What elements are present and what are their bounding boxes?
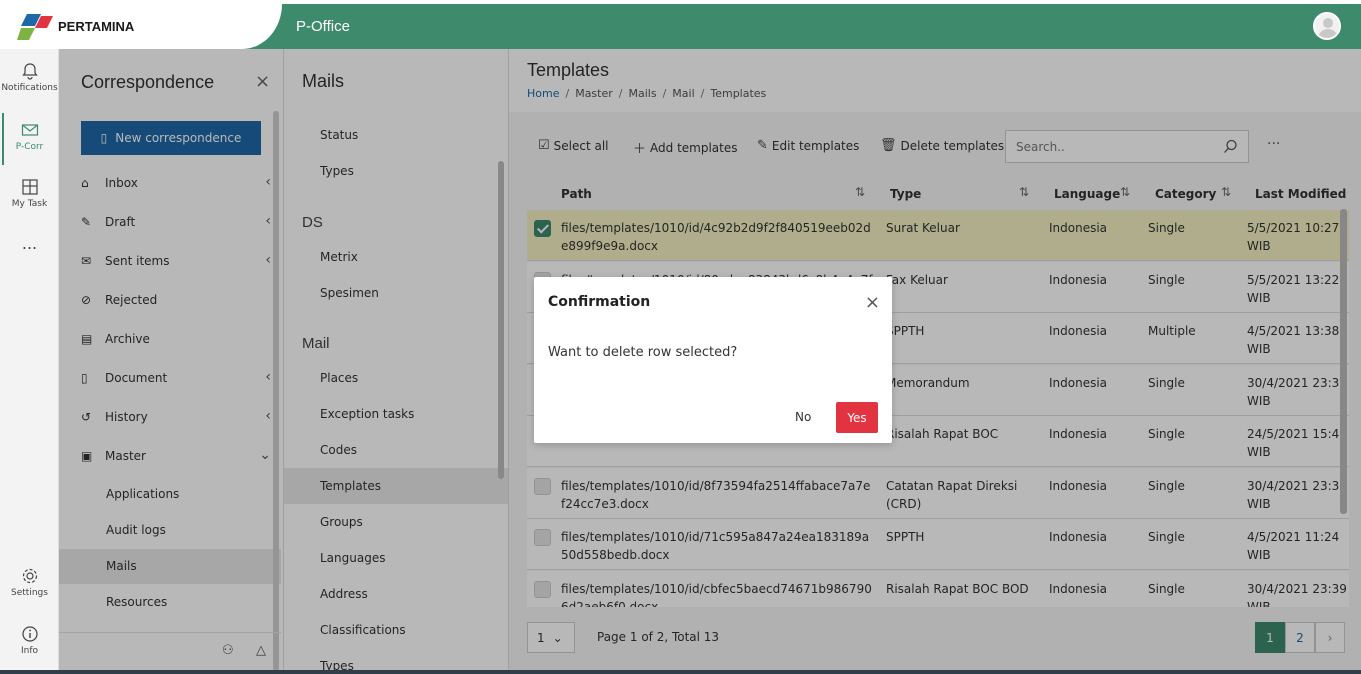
rail-settings[interactable]: Settings [0, 567, 59, 598]
app-title: P-Office [296, 18, 350, 35]
logo[interactable]: PERTAMINA [0, 4, 282, 49]
grid-icon [21, 179, 38, 195]
close-icon[interactable]: × [865, 292, 880, 313]
bell-icon [21, 63, 38, 80]
icon-rail: Notifications P-Corr My Task ... Setting… [0, 49, 59, 674]
rail-more[interactable]: ... [0, 234, 59, 253]
info-icon [21, 626, 38, 642]
no-button[interactable]: No [795, 410, 811, 424]
bottom-strip [0, 670, 1361, 674]
rail-notifications[interactable]: Notifications [0, 62, 59, 93]
rail-my-task[interactable]: My Task [0, 178, 59, 209]
more-icon: ... [21, 234, 38, 253]
dialog-title: Confirmation [548, 294, 651, 310]
rail-p-corr[interactable]: P-Corr [0, 113, 59, 165]
rail-info[interactable]: Info [0, 625, 59, 656]
pertamina-logo-icon [17, 14, 53, 40]
mail-icon [21, 124, 38, 136]
brand-name: PERTAMINA [58, 19, 135, 34]
user-avatar[interactable] [1313, 12, 1341, 40]
gear-icon [22, 568, 37, 584]
dialog-message: Want to delete row selected? [548, 345, 738, 360]
top-bar: PERTAMINA P-Office [0, 4, 1361, 49]
yes-button[interactable]: Yes [836, 402, 878, 433]
confirmation-dialog: Confirmation × Want to delete row select… [534, 277, 892, 443]
